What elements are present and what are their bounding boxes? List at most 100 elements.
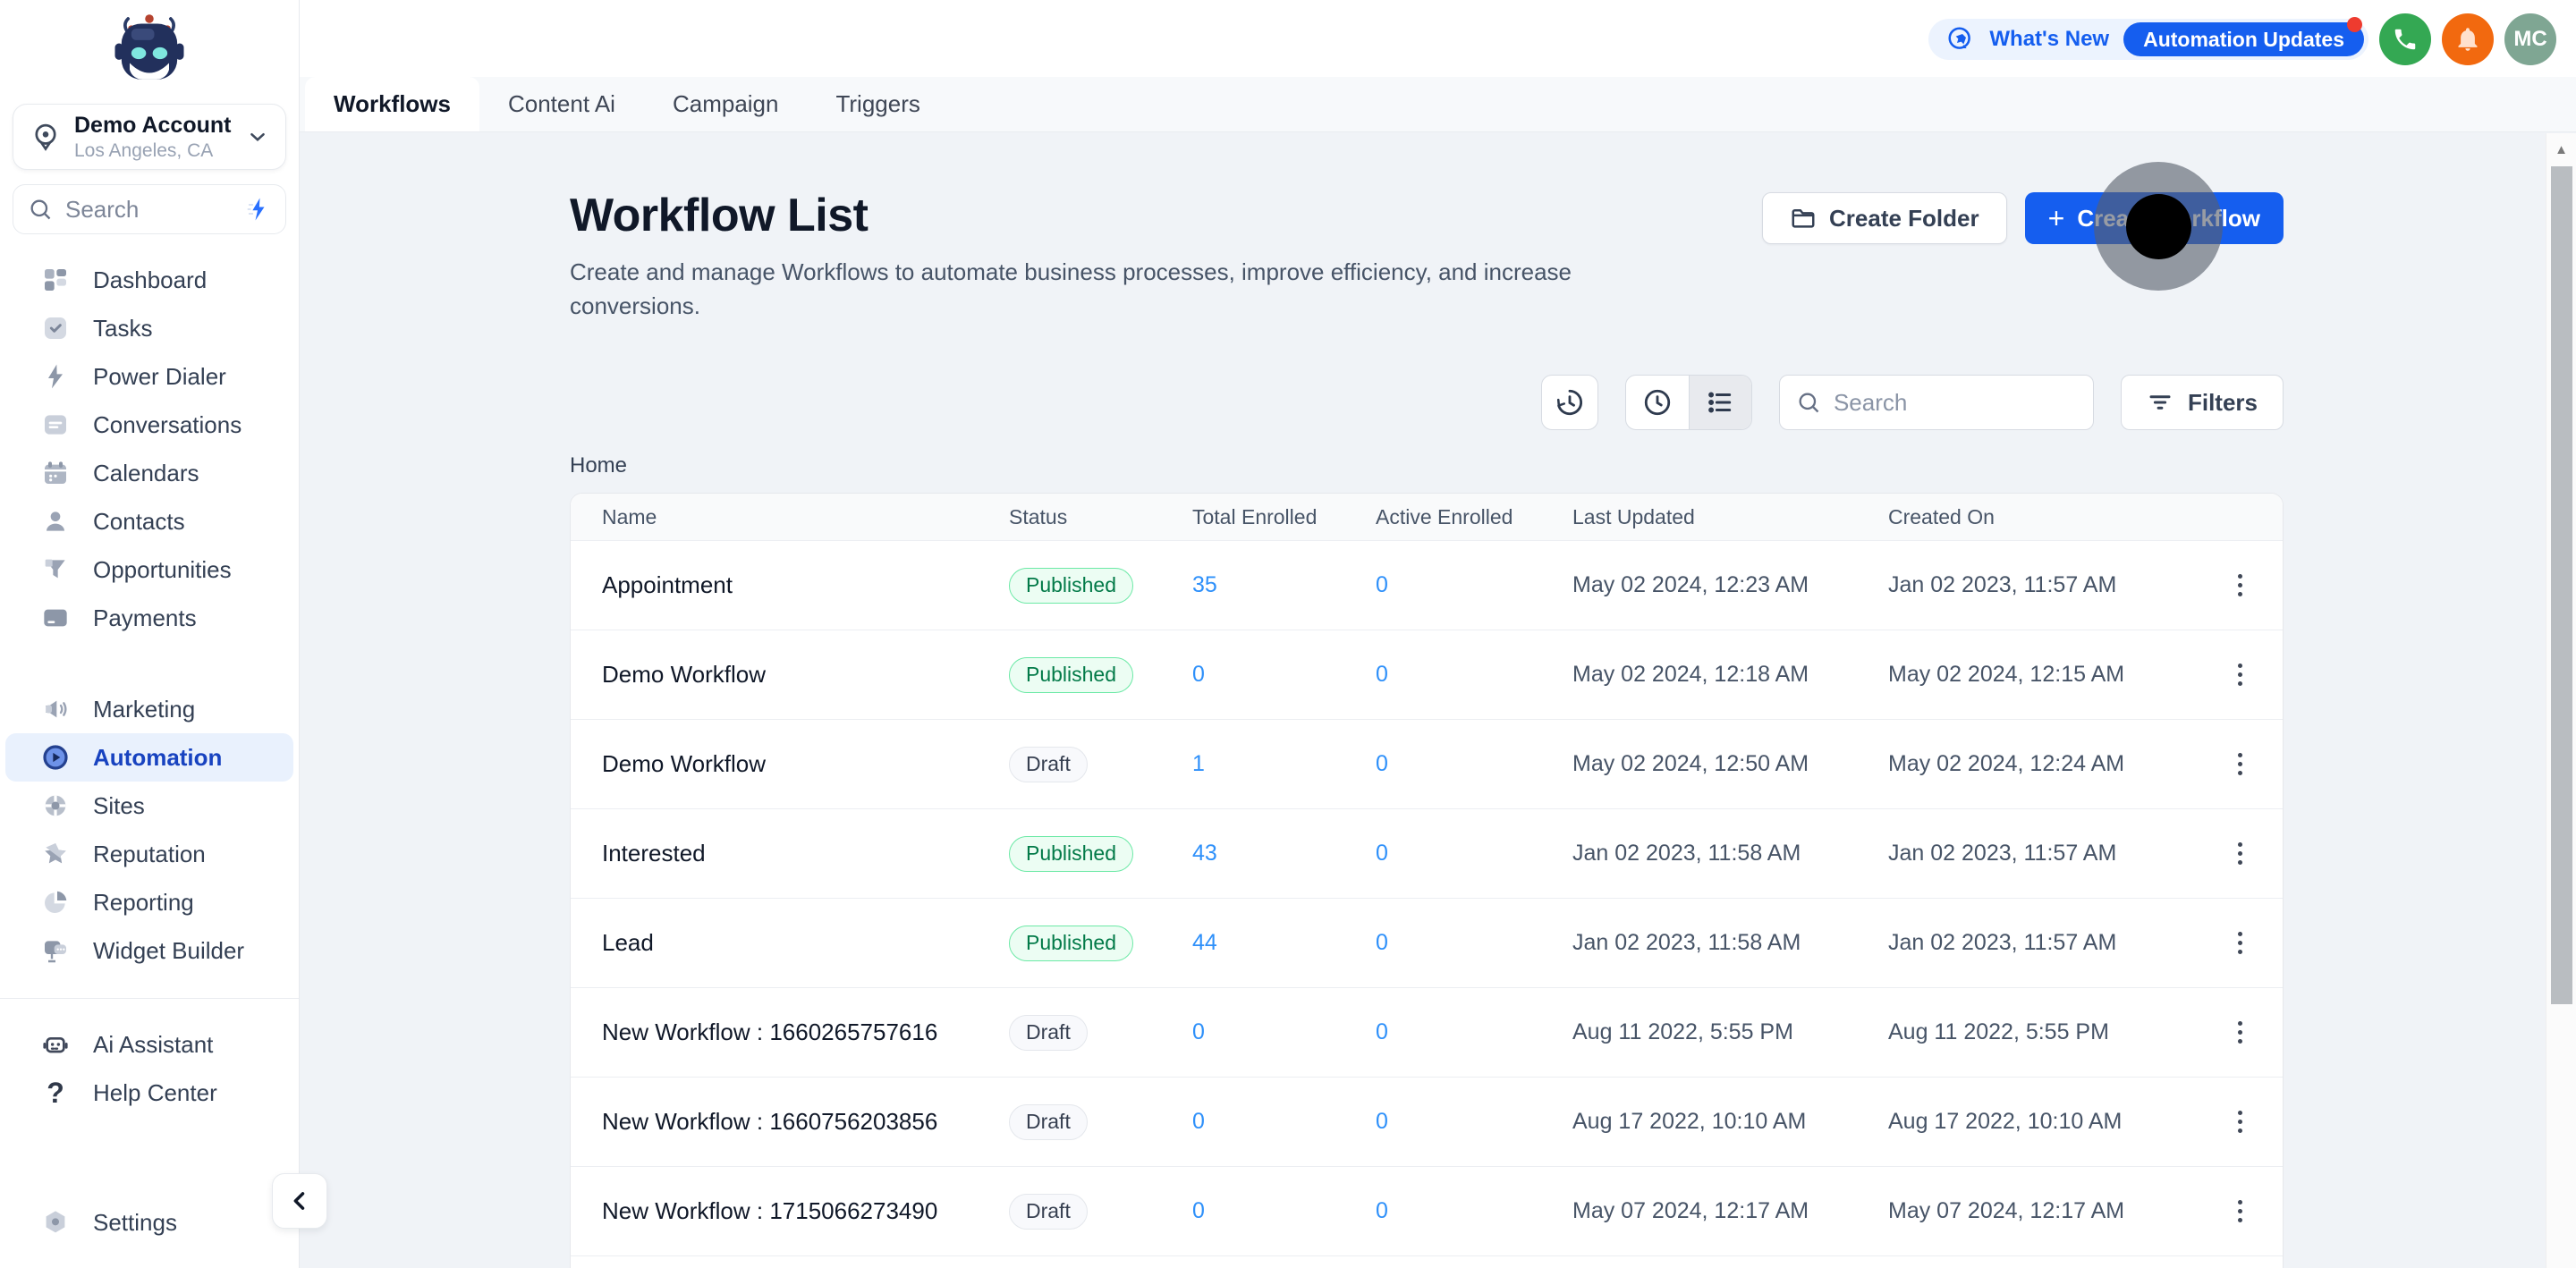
table-row[interactable]: Lead Published 44 0 Jan 02 2023, 11:58 A… bbox=[571, 898, 2283, 987]
table-row[interactable]: Demo Workflow Published 0 0 May 02 2024,… bbox=[571, 630, 2283, 719]
account-switcher[interactable]: Demo Account Los Angeles, CA bbox=[13, 104, 286, 170]
view-toggle-recent[interactable] bbox=[1626, 376, 1689, 429]
create-workflow-button[interactable]: + Create Workflow bbox=[2025, 192, 2284, 244]
workflow-search-input[interactable]: Search bbox=[1779, 375, 2094, 430]
workflow-name[interactable]: New Workflow : 1660756203856 bbox=[602, 1108, 1009, 1136]
workflow-name[interactable]: Lead bbox=[602, 929, 1009, 957]
active-enrolled-link[interactable]: 0 bbox=[1376, 1198, 1572, 1224]
automation-updates-button[interactable]: Automation Updates bbox=[2123, 22, 2364, 56]
sidebar-item-reporting[interactable]: Reporting bbox=[5, 878, 293, 926]
vertical-scrollbar[interactable]: ▲ bbox=[2546, 133, 2576, 1268]
page-header-actions: Create Folder + Create Workflow bbox=[1762, 192, 2284, 244]
table-header-row: Name Status Total Enrolled Active Enroll… bbox=[571, 494, 2283, 540]
row-actions-menu-button[interactable] bbox=[2229, 1191, 2251, 1231]
created-on-value: Jan 02 2023, 11:57 AM bbox=[1888, 930, 2180, 956]
sidebar-item-reputation[interactable]: Reputation bbox=[5, 830, 293, 878]
active-enrolled-link[interactable]: 0 bbox=[1376, 930, 1572, 956]
table-row[interactable]: Appointment Published 35 0 May 02 2024, … bbox=[571, 540, 2283, 630]
main-area: What's New Automation Updates MC W bbox=[300, 0, 2576, 1268]
tab-label: Campaign bbox=[673, 90, 779, 118]
search-icon bbox=[1796, 390, 1821, 415]
tab-label: Workflows bbox=[334, 90, 451, 118]
row-actions-menu-button[interactable] bbox=[2229, 655, 2251, 695]
page-title: Workflow List bbox=[570, 189, 1616, 242]
table-row[interactable]: Interested Published 43 0 Jan 02 2023, 1… bbox=[571, 808, 2283, 898]
active-enrolled-link[interactable]: 0 bbox=[1376, 1019, 1572, 1045]
row-actions-menu-button[interactable] bbox=[2229, 565, 2251, 605]
view-toggle-list[interactable] bbox=[1689, 376, 1751, 429]
sidebar-item-settings[interactable]: Settings bbox=[5, 1198, 293, 1247]
created-on-value: Aug 11 2022, 5:55 PM bbox=[1888, 1019, 2180, 1045]
tab-label: Triggers bbox=[835, 90, 919, 118]
total-enrolled-link[interactable]: 0 bbox=[1192, 1198, 1376, 1224]
row-actions-menu-button[interactable] bbox=[2229, 744, 2251, 784]
sidebar-item-calendars[interactable]: Calendars bbox=[5, 449, 293, 497]
status-cell: Published bbox=[1009, 926, 1192, 961]
status-badge: Draft bbox=[1009, 1015, 1088, 1051]
tab-campaign[interactable]: Campaign bbox=[644, 77, 808, 131]
sidebar-search-input[interactable]: Search bbox=[13, 184, 286, 234]
sidebar-collapse-button[interactable] bbox=[272, 1173, 327, 1229]
total-enrolled-link[interactable]: 44 bbox=[1192, 930, 1376, 956]
sidebar-item-payments[interactable]: Payments bbox=[5, 594, 293, 642]
sidebar-item-tasks[interactable]: Tasks bbox=[5, 304, 293, 352]
active-enrolled-link[interactable]: 0 bbox=[1376, 841, 1572, 866]
sidebar-item-opportunities[interactable]: Opportunities bbox=[5, 545, 293, 594]
row-actions-menu-button[interactable] bbox=[2229, 1102, 2251, 1142]
workflow-name[interactable]: Demo Workflow bbox=[602, 661, 1009, 689]
total-enrolled-link[interactable]: 1 bbox=[1192, 751, 1376, 777]
sidebar-item-contacts[interactable]: Contacts bbox=[5, 497, 293, 545]
sidebar-item-widget-builder[interactable]: Widget Builder bbox=[5, 926, 293, 975]
marketing-icon bbox=[41, 695, 70, 723]
table-row[interactable]: New Workflow : 1660265757616 Draft 0 0 A… bbox=[571, 987, 2283, 1077]
sidebar-item-automation[interactable]: Automation bbox=[5, 733, 293, 782]
sidebar-item-label: Dashboard bbox=[93, 266, 207, 294]
sidebar-item-conversations[interactable]: Conversations bbox=[5, 401, 293, 449]
sidebar-item-marketing[interactable]: Marketing bbox=[5, 685, 293, 733]
table-row[interactable]: Demo Workflow Draft 1 0 May 02 2024, 12:… bbox=[571, 719, 2283, 808]
sidebar-item-power-dialer[interactable]: Power Dialer bbox=[5, 352, 293, 401]
row-actions-menu-button[interactable] bbox=[2229, 923, 2251, 963]
scrollbar-up-arrow[interactable]: ▲ bbox=[2546, 133, 2576, 165]
active-enrolled-link[interactable]: 0 bbox=[1376, 662, 1572, 688]
status-badge: Published bbox=[1009, 926, 1133, 961]
sidebar-item-sites[interactable]: Sites bbox=[5, 782, 293, 830]
workflow-name[interactable]: New Workflow : 1660265757616 bbox=[602, 1019, 1009, 1046]
user-avatar[interactable]: MC bbox=[2504, 13, 2556, 65]
create-folder-button[interactable]: Create Folder bbox=[1762, 192, 2007, 244]
row-actions-menu-button[interactable] bbox=[2229, 833, 2251, 874]
whats-new-label[interactable]: What's New bbox=[1989, 27, 2109, 52]
total-enrolled-link[interactable]: 43 bbox=[1192, 841, 1376, 866]
tab-content-ai[interactable]: Content Ai bbox=[479, 77, 644, 131]
table-row[interactable]: New Workflow : 1715194519317 Draft 0 0 M… bbox=[571, 1255, 2283, 1268]
bell-icon bbox=[2454, 26, 2481, 53]
active-enrolled-link[interactable]: 0 bbox=[1376, 572, 1572, 598]
phone-button[interactable] bbox=[2379, 13, 2431, 65]
table-row[interactable]: New Workflow : 1660756203856 Draft 0 0 A… bbox=[571, 1077, 2283, 1166]
tab-workflows[interactable]: Workflows bbox=[305, 77, 479, 131]
active-enrolled-link[interactable]: 0 bbox=[1376, 751, 1572, 777]
column-header-last-updated: Last Updated bbox=[1572, 505, 1888, 529]
history-button[interactable] bbox=[1541, 375, 1598, 430]
create-workflow-label: Create Workflow bbox=[2077, 205, 2260, 232]
sidebar-item-help-center[interactable]: ? Help Center bbox=[5, 1069, 293, 1117]
workflow-name[interactable]: Appointment bbox=[602, 571, 1009, 599]
status-badge: Draft bbox=[1009, 1194, 1088, 1230]
workflow-name[interactable]: Demo Workflow bbox=[602, 750, 1009, 778]
filters-button[interactable]: Filters bbox=[2121, 375, 2284, 430]
breadcrumb[interactable]: Home bbox=[570, 453, 2576, 478]
active-enrolled-link[interactable]: 0 bbox=[1376, 1109, 1572, 1135]
workflow-name[interactable]: Interested bbox=[602, 840, 1009, 867]
total-enrolled-link[interactable]: 35 bbox=[1192, 572, 1376, 598]
sidebar-item-ai-assistant[interactable]: Ai Assistant bbox=[5, 1020, 293, 1069]
sidebar-item-dashboard[interactable]: Dashboard bbox=[5, 256, 293, 304]
tab-triggers[interactable]: Triggers bbox=[807, 77, 948, 131]
row-actions-menu-button[interactable] bbox=[2229, 1012, 2251, 1052]
table-row[interactable]: New Workflow : 1715066273490 Draft 0 0 M… bbox=[571, 1166, 2283, 1255]
total-enrolled-link[interactable]: 0 bbox=[1192, 1019, 1376, 1045]
notifications-button[interactable] bbox=[2442, 13, 2494, 65]
total-enrolled-link[interactable]: 0 bbox=[1192, 662, 1376, 688]
total-enrolled-link[interactable]: 0 bbox=[1192, 1109, 1376, 1135]
workflow-name[interactable]: New Workflow : 1715066273490 bbox=[602, 1197, 1009, 1225]
scrollbar-thumb[interactable] bbox=[2551, 166, 2572, 1004]
